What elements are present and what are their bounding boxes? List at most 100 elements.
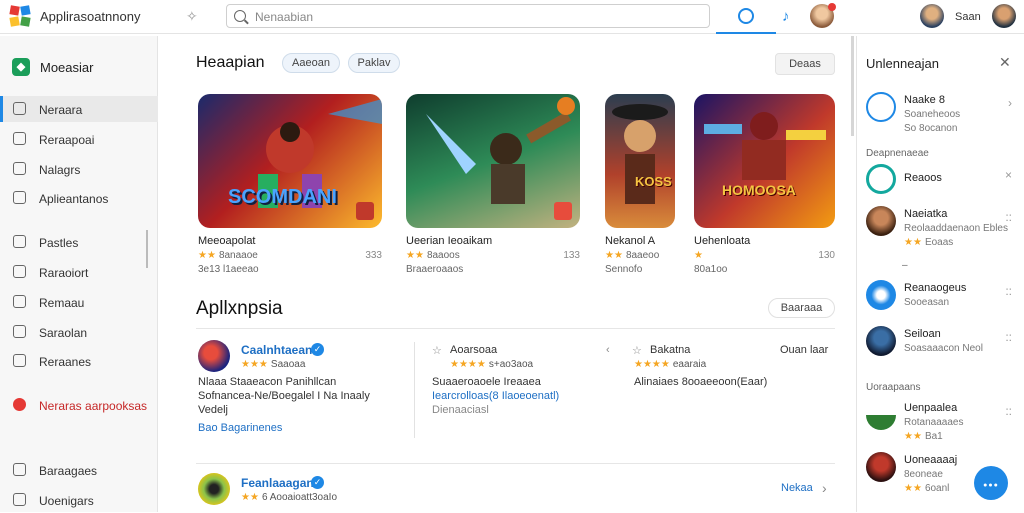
chat-button[interactable]: ●●● [974,466,1008,500]
sidebar-item-check[interactable]: Raraoiort [0,259,158,285]
panel-subtitle: Uoraapaans [866,382,921,393]
chip-filter-2[interactable]: Paklav [348,53,400,73]
app-description-line: Alinaiaes 8ooaeeoon(Eaar) [634,376,768,388]
user-avatar[interactable] [920,4,944,28]
drag-handle-icon[interactable]: :: [1005,284,1012,298]
panel-item[interactable]: Reanaogeus Sooeasan :: [866,280,1018,320]
sidebar-item-apps[interactable]: Aplieantanos [0,185,158,211]
pin-icon[interactable]: ✧ [186,8,198,25]
star-icons: ★ [694,250,703,261]
sidebar-item-home[interactable]: Neraara [0,96,158,122]
apps-icon [13,191,26,204]
game-artwork[interactable]: SCOMDANI [198,94,382,228]
tag-icon [13,162,26,175]
verified-icon: ✓ [311,476,324,489]
game-name: Uehenloata [694,235,751,247]
chip-filter-1[interactable]: Aaeoan [282,53,340,73]
panel-item[interactable]: Seiloan Soasaaacon Neol :: [866,326,1018,366]
apps-more-button[interactable]: Baaraaa [768,298,835,318]
app-name[interactable]: Feanlaaagan [241,476,314,490]
star-icons: ★★ [198,250,216,261]
panel-item[interactable]: Reaoos × [866,164,1018,204]
search-icon [234,10,246,22]
app-name[interactable]: Bakatna [650,344,690,356]
sidebar-item-tag[interactable]: Nalagrs [0,156,158,182]
panel-item[interactable]: Uenpaalea Rotanaaaaes ★★ Ba1 :: [866,400,1018,442]
star-icons: ★★★ [241,359,268,370]
rating-text: Ba1 [924,431,943,442]
star-icons: ★★★★ [450,359,486,370]
apps-section-title: Apllxnpsia [196,298,283,319]
sidebar-scrollbar[interactable] [146,230,148,268]
sidebar-item-people[interactable]: Remaau [0,289,158,315]
drag-handle-icon[interactable]: :: [1005,210,1012,224]
app-icon[interactable] [198,340,230,372]
chevron-left-icon[interactable]: ‹ [606,344,610,356]
sidebar: ◆ Moeasiar Neraara Reraapoai Nalagrs Apl… [0,36,158,512]
games-more-button[interactable]: Deaas [775,53,835,75]
sidebar-item-label: Aplieantanos [39,192,109,206]
chevron-right-icon[interactable]: › [1008,96,1012,110]
rating-text: s+ao3aoa [488,359,534,370]
game-artwork[interactable] [406,94,580,228]
item-name: Uoneaaaaj [904,454,958,466]
sidebar-item-pen[interactable]: Baraagaes [0,457,158,483]
chevron-right-icon[interactable]: › [822,480,827,496]
sidebar-item-label: Raraoiort [39,266,89,280]
app-icon[interactable] [198,473,230,505]
sidebar-item-alert[interactable]: Neraras aarpooksas [0,392,158,418]
app-link[interactable]: Bao Bagarinenes [198,422,282,434]
drag-handle-icon[interactable]: :: [1005,404,1012,418]
game-card[interactable]: Ueerian Ieoaikam ★★ 8aaoos 133 Braaeroaao… [406,94,580,275]
app-description-line[interactable]: Iearcrolloas(8 Ilaoeoenatl) [432,390,559,402]
sidebar-item-grid[interactable]: Reraapoai [0,126,158,152]
username[interactable]: Saan [955,11,981,23]
game-card[interactable]: KOSS Nekanol A ★★ 8aaeoo Sennofo [605,94,675,275]
pen-icon [13,463,26,476]
app-rating: ★★★ Saaoaa [241,359,305,370]
sidebar-item-circle[interactable]: Saraolan [0,319,158,345]
game-name: Ueerian Ieoaikam [406,235,493,247]
search-bar[interactable]: Nenaabian [226,4,710,28]
star-icons: ★★ [904,431,922,442]
game-artwork[interactable]: KOSS [605,94,675,228]
app-name[interactable]: Aoarsoaa [450,344,497,356]
close-icon[interactable]: ✕ [999,54,1011,71]
rating-text: 8anaaoe [218,250,258,261]
app-rating: ★★★★ eaaraia [634,359,706,370]
notification-badge [828,3,836,11]
game-rating: ★★ 8aaeoo [605,250,659,261]
app-description-line: Sofnancea-Ne/Boegalel I Na Inaaly [198,390,370,402]
sidebar-item-puzzle[interactable]: Pastles [0,229,158,255]
top-bar: Applirasoatnnony ✧ Nenaabian ♪ Saan [0,0,1024,34]
puzzle-icon [13,235,26,248]
app-action-link[interactable]: Nekaa [781,482,813,494]
profile-avatar[interactable] [992,4,1016,28]
search-input[interactable]: Nenaabian [255,10,313,24]
game-rating: ★★ 8aaoos [406,250,460,261]
game-art-illustration [704,112,826,180]
game-artwork[interactable]: HOMOOSA [694,94,835,228]
star-icons: ★★ [904,483,922,494]
sidebar-item-person[interactable]: Uoenigars [0,487,158,513]
game-card[interactable]: HOMOOSA Uehenloata ★ 130 80a1oo [694,94,835,275]
app-description-line: Nlaaa Staaeacon Panihllcan [198,376,337,388]
game-count: 333 [365,250,382,261]
game-card[interactable]: SCOMDANI Meeoapolat ★★ 8anaaoe 333 3e13 l… [198,94,382,275]
sidebar-item-info[interactable]: Reraanes [0,348,158,374]
rating-text: Saaoaa [270,359,306,370]
main-scrollbar[interactable] [851,36,854,136]
app-name[interactable]: Caalnhtaean [241,343,312,357]
check-icon [13,265,26,278]
item-desc: Rotanaaaaes [904,417,964,428]
chat-icon: ●●● [983,482,999,489]
item-icon [866,400,896,430]
drag-handle-icon[interactable]: :: [1005,330,1012,344]
panel-title: Unlenneajan [866,56,940,71]
panel-item[interactable]: Naeiatka Reolaaddaenaon Ebles ★★ Eoaas :: [866,206,1018,248]
game-name: Nekanol A [605,235,656,247]
sidebar-item-label: Nalagrs [39,163,81,177]
item-rating: ★★ Ba1 [904,431,943,442]
close-icon[interactable]: × [1005,168,1012,182]
panel-item[interactable]: Naake 8 Soaneheoos So 8ocanon › [866,92,1018,134]
